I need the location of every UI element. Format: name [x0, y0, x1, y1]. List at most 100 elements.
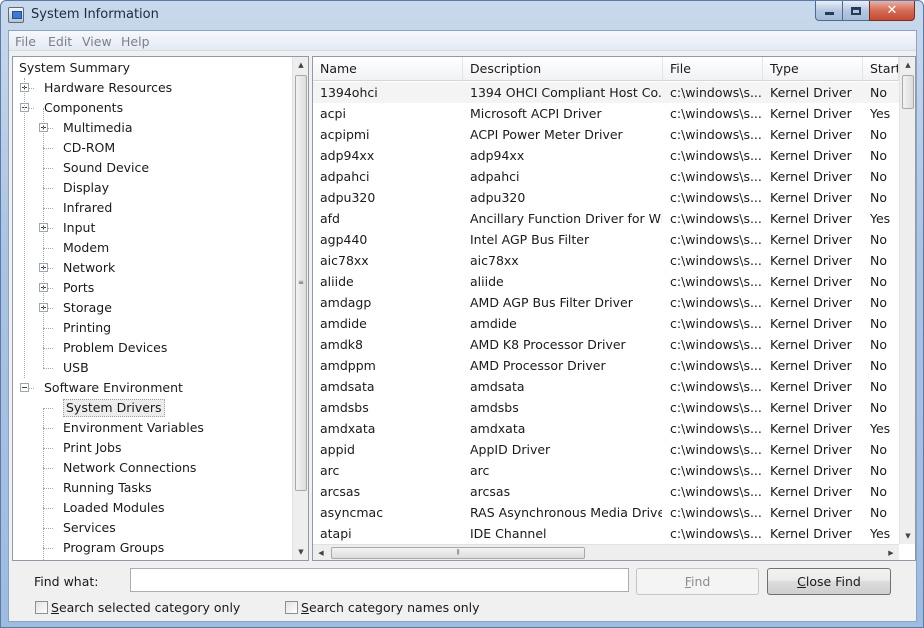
menu-help[interactable]: Help: [121, 34, 150, 49]
tree-item[interactable]: Ports: [13, 278, 291, 298]
chevron-up-icon[interactable]: ▲: [293, 57, 308, 73]
table-row[interactable]: atapi IDE Channel c:\windows\s... Kernel Dr…: [313, 523, 899, 544]
table-row[interactable]: acpipmi ACPI Power Meter Driver c:\windows…: [313, 124, 899, 145]
tree-item[interactable]: Network: [13, 258, 291, 278]
column-start[interactable]: Start: [863, 57, 899, 81]
menu-file[interactable]: File: [15, 34, 36, 49]
category-tree[interactable]: System Summary Hardware Resources Componen…: [12, 56, 309, 561]
tree-item[interactable]: Modem: [13, 238, 291, 258]
column-description[interactable]: Description: [463, 57, 663, 81]
find-what-input[interactable]: [130, 568, 629, 592]
list-horizontal-scrollbar[interactable]: ◀ ⦀ ▶: [313, 544, 899, 560]
table-row[interactable]: amdide amdide c:\windows\s... Kernel Driver…: [313, 313, 899, 334]
drivers-list[interactable]: Name Description File Type Start 1394ohc…: [312, 56, 916, 561]
tree-item[interactable]: Components: [13, 98, 291, 118]
tree-item[interactable]: Environment Variables: [13, 418, 291, 438]
table-row[interactable]: amdsbs amdsbs c:\windows\s... Kernel Driver…: [313, 397, 899, 418]
column-type[interactable]: Type: [763, 57, 863, 81]
tree-vertical-scrollbar[interactable]: ▲ ≡ ▼: [292, 57, 308, 560]
table-row[interactable]: aliide aliide c:\windows\s... Kernel Driver…: [313, 271, 899, 292]
column-file[interactable]: File: [663, 57, 763, 81]
table-row[interactable]: afd Ancillary Function Driver for Wi... c:…: [313, 208, 899, 229]
tree-item[interactable]: Sound Device: [13, 158, 291, 178]
collapse-icon[interactable]: [20, 383, 29, 392]
list-vertical-scrollbar[interactable]: ▲ ▼: [899, 57, 915, 544]
column-name[interactable]: Name: [313, 57, 463, 81]
close-find-button[interactable]: Close Find: [767, 568, 891, 595]
name-cell: appid: [320, 442, 355, 457]
search-category-names-option[interactable]: Search category names only: [285, 600, 480, 615]
table-row[interactable]: adpu320 adpu320 c:\windows\s... Kernel Driv…: [313, 187, 899, 208]
tree-item[interactable]: Network Connections: [13, 458, 291, 478]
tree-item[interactable]: CD-ROM: [13, 138, 291, 158]
table-row[interactable]: asyncmac RAS Asynchronous Media Driver c:\…: [313, 502, 899, 523]
tree-item[interactable]: Running Tasks: [13, 478, 291, 498]
tree-item[interactable]: Print Jobs: [13, 438, 291, 458]
table-row[interactable]: arcsas arcsas c:\windows\s... Kernel Driver…: [313, 481, 899, 502]
tree-item[interactable]: Hardware Resources: [13, 78, 291, 98]
description-cell: AMD Processor Driver: [470, 358, 606, 373]
table-row[interactable]: amdsata amdsata c:\windows\s... Kernel Driv…: [313, 376, 899, 397]
table-row[interactable]: amdxata amdxata c:\windows\s... Kernel Driv…: [313, 418, 899, 439]
table-row[interactable]: adpahci adpahci c:\windows\s... Kernel Driv…: [313, 166, 899, 187]
description-cell: AMD AGP Bus Filter Driver: [470, 295, 633, 310]
chevron-up-icon[interactable]: ▲: [900, 57, 915, 73]
list-scroll-thumb[interactable]: [902, 75, 914, 109]
tree-item[interactable]: USB: [13, 358, 291, 378]
list-hscroll-thumb[interactable]: ⦀: [331, 547, 585, 559]
tree-item[interactable]: Multimedia: [13, 118, 291, 138]
start-cell: No: [870, 379, 887, 394]
system-information-window: System Information ✕ File Edit View Help…: [0, 0, 924, 628]
chevron-right-icon[interactable]: ▶: [883, 545, 899, 560]
table-row[interactable]: amdppm AMD Processor Driver c:\windows\s..…: [313, 355, 899, 376]
name-cell: amdsbs: [320, 400, 369, 415]
tree-item[interactable]: Infrared: [13, 198, 291, 218]
table-row[interactable]: appid AppID Driver c:\windows\s... Kernel D…: [313, 439, 899, 460]
table-row[interactable]: adp94xx adp94xx c:\windows\s... Kernel Driv…: [313, 145, 899, 166]
maximize-icon: [851, 6, 861, 15]
tree-item[interactable]: Storage: [13, 298, 291, 318]
tree-guide-line: [43, 408, 44, 560]
tree-item[interactable]: Input: [13, 218, 291, 238]
tree-item-label: Printing: [63, 320, 112, 335]
start-cell: No: [870, 316, 887, 331]
table-row[interactable]: acpi Microsoft ACPI Driver c:\windows\s...…: [313, 103, 899, 124]
search-category-names-checkbox[interactable]: [285, 601, 298, 614]
tree-item[interactable]: Software Environment: [13, 378, 291, 398]
file-cell: c:\windows\s...: [670, 169, 762, 184]
name-cell: adpu320: [320, 190, 376, 205]
tree-scroll-thumb[interactable]: ≡: [295, 75, 307, 491]
search-selected-category-option[interactable]: Search selected category only: [35, 600, 240, 615]
name-cell: amdppm: [320, 358, 376, 373]
table-row[interactable]: amdagp AMD AGP Bus Filter Driver c:\window…: [313, 292, 899, 313]
minimize-button[interactable]: [815, 1, 843, 21]
chevron-left-icon[interactable]: ◀: [313, 545, 329, 560]
tree-item[interactable]: Loaded Modules: [13, 498, 291, 518]
start-cell: No: [870, 505, 887, 520]
chevron-down-icon[interactable]: ▼: [293, 544, 308, 560]
maximize-button[interactable]: [842, 1, 870, 21]
table-row[interactable]: aic78xx aic78xx c:\windows\s... Kernel Driv…: [313, 250, 899, 271]
table-row[interactable]: arc arc c:\windows\s... Kernel Driver No: [313, 460, 899, 481]
tree-item[interactable]: Services: [13, 518, 291, 538]
tree-item[interactable]: Problem Devices: [13, 338, 291, 358]
close-button[interactable]: ✕: [869, 1, 915, 21]
menu-edit[interactable]: Edit: [48, 34, 72, 49]
start-cell: No: [870, 463, 887, 478]
title-bar[interactable]: System Information ✕: [1, 1, 923, 29]
table-row[interactable]: 1394ohci 1394 OHCI Compliant Host Co... c:…: [313, 82, 899, 103]
table-row[interactable]: amdk8 AMD K8 Processor Driver c:\windows\s…: [313, 334, 899, 355]
table-row[interactable]: agp440 Intel AGP Bus Filter c:\windows\s..…: [313, 229, 899, 250]
type-cell: Kernel Driver: [770, 253, 852, 268]
type-cell: Kernel Driver: [770, 379, 852, 394]
tree-item[interactable]: System Drivers: [13, 398, 291, 418]
tree-item-label: Software Environment: [44, 380, 183, 395]
chevron-down-icon[interactable]: ▼: [900, 528, 915, 544]
search-selected-category-checkbox[interactable]: [35, 601, 48, 614]
tree-item[interactable]: Printing: [13, 318, 291, 338]
tree-item[interactable]: System Summary: [13, 58, 291, 78]
menu-view[interactable]: View: [82, 34, 112, 49]
tree-item[interactable]: Display: [13, 178, 291, 198]
find-button[interactable]: Find: [636, 568, 759, 595]
tree-item[interactable]: Program Groups: [13, 538, 291, 558]
